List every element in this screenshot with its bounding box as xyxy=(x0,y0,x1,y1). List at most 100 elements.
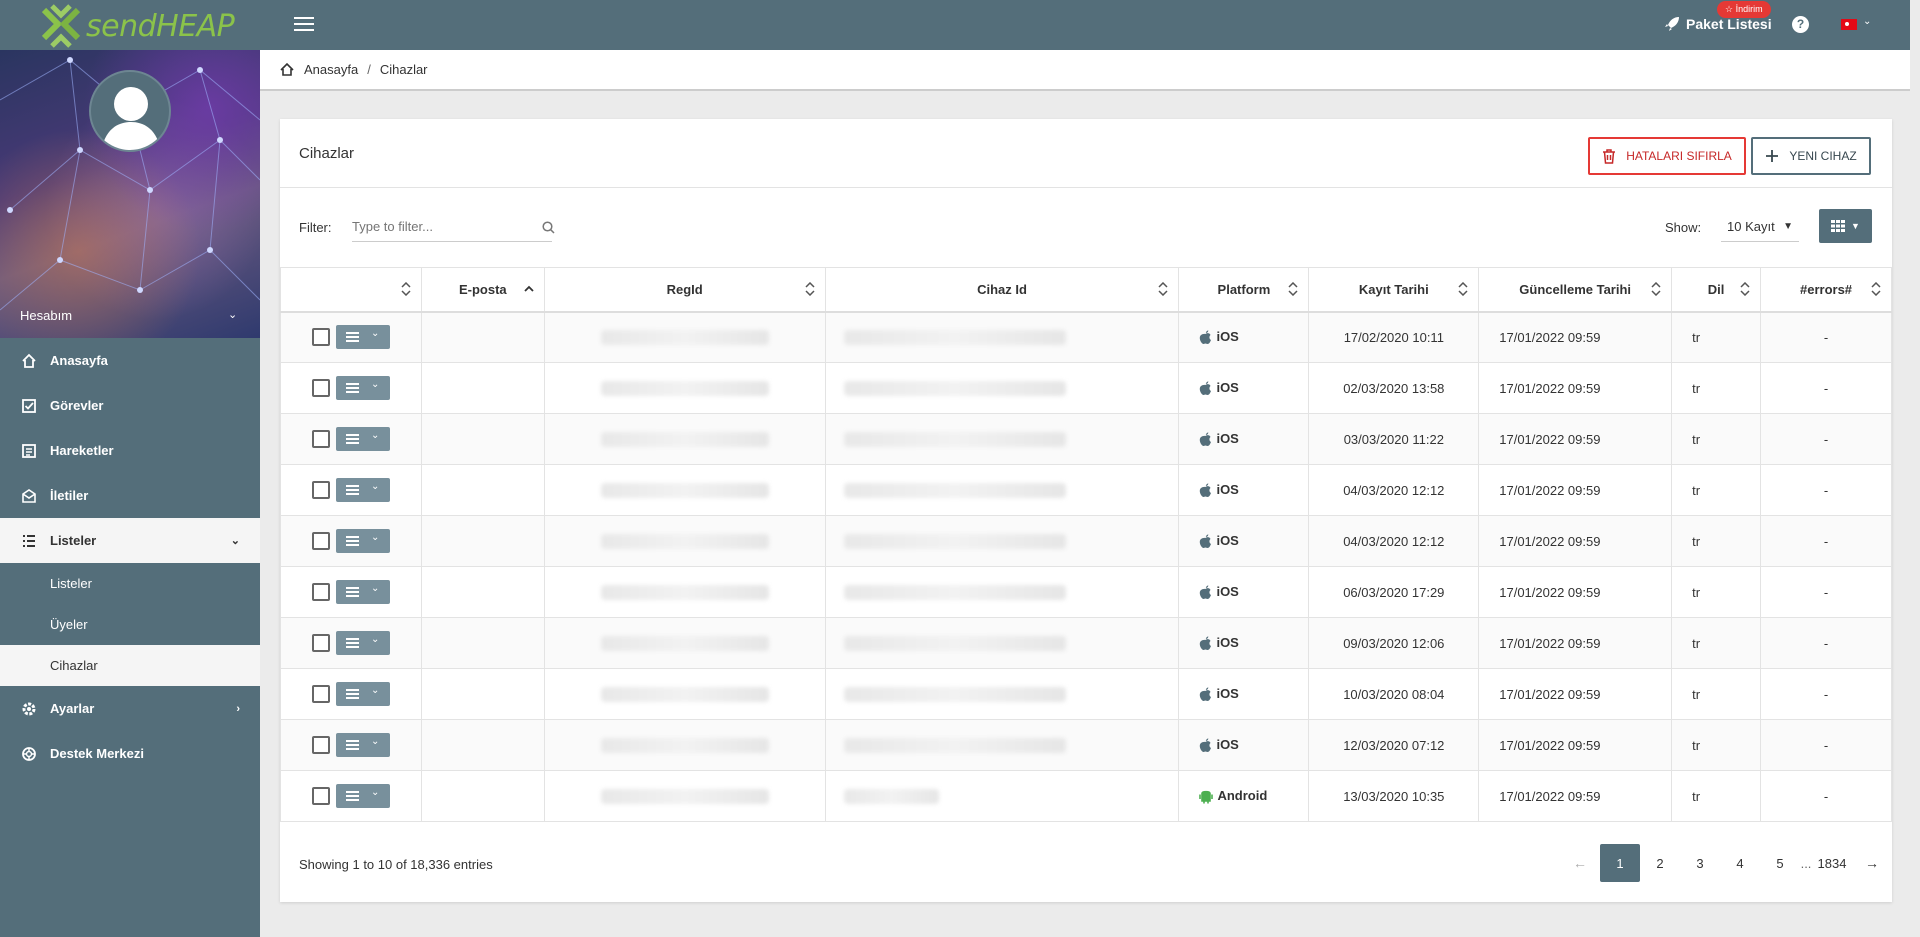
platform-label: iOS xyxy=(1216,685,1239,701)
account-menu[interactable]: Hesabım xyxy=(20,308,72,323)
new-device-button[interactable]: YENI CIHAZ xyxy=(1751,137,1871,175)
col-header-regid[interactable]: RegId xyxy=(543,267,826,313)
page-title: Cihazlar xyxy=(299,145,355,162)
sidebar-subitem-listeler[interactable]: Listeler xyxy=(0,563,260,604)
col-header-actions[interactable] xyxy=(280,267,422,313)
chevron-down-icon: ⌄ xyxy=(370,634,380,645)
row-actions-menu[interactable]: ⌄ xyxy=(335,784,390,808)
question-circle-icon[interactable]: ? xyxy=(1792,16,1809,33)
page-button-5[interactable]: 5 xyxy=(1760,844,1800,882)
row-actions-menu[interactable]: ⌄ xyxy=(335,529,390,553)
home-icon[interactable] xyxy=(280,63,294,76)
row-actions-menu[interactable]: ⌄ xyxy=(335,376,390,400)
sidebar-item-ayarlar[interactable]: Ayarlar › xyxy=(0,686,260,731)
col-header-updated[interactable]: Güncelleme Tarihi xyxy=(1478,267,1673,313)
sidebar-item-gorevler[interactable]: Görevler xyxy=(0,383,260,428)
col-header-email[interactable]: E-posta xyxy=(420,267,545,313)
row-checkbox[interactable] xyxy=(311,787,330,805)
col-header-lang[interactable]: Dil xyxy=(1671,267,1762,313)
updated-cell: 17/01/2022 09:59 xyxy=(1478,617,1673,669)
discount-badge[interactable]: ☆ İndirim xyxy=(1717,1,1771,18)
apple-icon xyxy=(1200,585,1212,600)
email-cell xyxy=(420,719,545,771)
turkey-flag-icon[interactable] xyxy=(1841,19,1857,30)
apple-icon xyxy=(1200,483,1212,498)
regid-cell xyxy=(543,311,826,363)
chevron-down-icon: ⌄ xyxy=(370,379,380,390)
prev-page-button[interactable]: ← xyxy=(1560,844,1600,882)
row-actions-menu[interactable]: ⌄ xyxy=(335,427,390,451)
search-icon[interactable] xyxy=(542,221,555,234)
grid-icon xyxy=(1831,220,1846,232)
filter-input[interactable] xyxy=(352,212,552,242)
column-view-button[interactable]: ▼ xyxy=(1819,209,1872,243)
sidebar-item-destek[interactable]: Destek Merkezi xyxy=(0,731,260,776)
col-header-device-id[interactable]: Cihaz Id xyxy=(824,267,1180,313)
page-button-1[interactable]: 1 xyxy=(1600,844,1640,882)
package-list-link[interactable]: Paket Listesi xyxy=(1664,16,1772,32)
row-checkbox[interactable] xyxy=(311,736,330,754)
sidebar-item-label: Görevler xyxy=(50,398,104,413)
avatar[interactable] xyxy=(89,70,171,152)
platform-label: Android xyxy=(1217,787,1268,803)
row-checkbox[interactable] xyxy=(311,634,330,652)
sidebar-subitem-uyeler[interactable]: Üyeler xyxy=(0,604,260,645)
updated-cell: 17/01/2022 09:59 xyxy=(1478,362,1673,414)
platform-label: iOS xyxy=(1216,481,1239,497)
row-checkbox[interactable] xyxy=(311,379,330,397)
sidebar-item-label: Destek Merkezi xyxy=(50,746,144,761)
row-actions-menu[interactable]: ⌄ xyxy=(335,682,390,706)
chevron-down-icon[interactable]: ⌄ xyxy=(1863,16,1871,27)
apple-icon xyxy=(1200,687,1212,702)
sidebar-item-listeler[interactable]: Listeler ⌄ xyxy=(0,518,260,563)
chevron-down-icon[interactable]: ⌄ xyxy=(228,308,237,321)
email-cell xyxy=(420,566,545,618)
col-header-platform[interactable]: Platform xyxy=(1178,267,1310,313)
row-checkbox[interactable] xyxy=(311,583,330,601)
breadcrumb-home-link[interactable]: Anasayfa xyxy=(304,62,358,77)
row-actions-menu[interactable]: ⌄ xyxy=(335,733,390,757)
table-row: ⌄ iOS 06/03/2020 17:29 17/01/2022 09:59 tr - xyxy=(280,566,1892,618)
next-page-button[interactable]: → xyxy=(1852,844,1892,882)
row-checkbox[interactable] xyxy=(311,481,330,499)
page-size-select[interactable]: 10 Kayıt ▼ xyxy=(1721,212,1799,242)
sidebar-item-hareketler[interactable]: Hareketler xyxy=(0,428,260,473)
row-checkbox[interactable] xyxy=(311,430,330,448)
sidebar-item-anasayfa[interactable]: Anasayfa xyxy=(0,338,260,383)
row-actions-menu[interactable]: ⌄ xyxy=(335,478,390,502)
page-button-3[interactable]: 3 xyxy=(1680,844,1720,882)
email-cell xyxy=(420,617,545,669)
col-header-created[interactable]: Kayıt Tarihi xyxy=(1308,267,1480,313)
row-actions-menu[interactable]: ⌄ xyxy=(335,325,390,350)
gear-icon xyxy=(20,700,37,717)
breadcrumb-current: Cihazlar xyxy=(379,62,428,77)
row-checkbox[interactable] xyxy=(311,532,330,550)
created-cell: 03/03/2020 11:22 xyxy=(1308,413,1480,465)
sidebar-item-label: Anasayfa xyxy=(50,353,108,368)
sidebar-item-iletiler[interactable]: İletiler xyxy=(0,473,260,518)
logo[interactable]: sendHEAP xyxy=(38,4,235,48)
row-actions-menu[interactable]: ⌄ xyxy=(335,631,390,655)
device-id-cell xyxy=(824,464,1180,516)
page-button-2[interactable]: 2 xyxy=(1640,844,1680,882)
chevron-down-icon: ⌄ xyxy=(370,583,380,594)
col-header-errors[interactable]: #errors# xyxy=(1760,267,1892,313)
row-actions-cell: ⌄ xyxy=(280,668,422,720)
chevron-right-icon: › xyxy=(236,702,240,715)
reset-errors-button[interactable]: HATALARI SIFIRLA xyxy=(1588,137,1746,175)
reset-errors-label: HATALARI SIFIRLA xyxy=(1626,149,1732,163)
row-actions-menu[interactable]: ⌄ xyxy=(335,580,390,604)
row-checkbox[interactable] xyxy=(311,328,330,347)
errors-cell: - xyxy=(1760,464,1892,516)
scrollbar-track[interactable] xyxy=(1910,0,1920,937)
sort-icon xyxy=(805,282,815,296)
regid-cell xyxy=(543,668,826,720)
row-checkbox[interactable] xyxy=(311,685,330,703)
sidebar-item-label: İletiler xyxy=(50,488,89,503)
sidebar-subitem-cihazlar[interactable]: Cihazlar xyxy=(0,645,260,686)
menu-toggle-icon[interactable] xyxy=(294,17,314,33)
page-button-last[interactable]: 1834 xyxy=(1812,844,1852,882)
device-id-cell xyxy=(824,668,1180,720)
email-cell xyxy=(420,515,545,567)
page-button-4[interactable]: 4 xyxy=(1720,844,1760,882)
